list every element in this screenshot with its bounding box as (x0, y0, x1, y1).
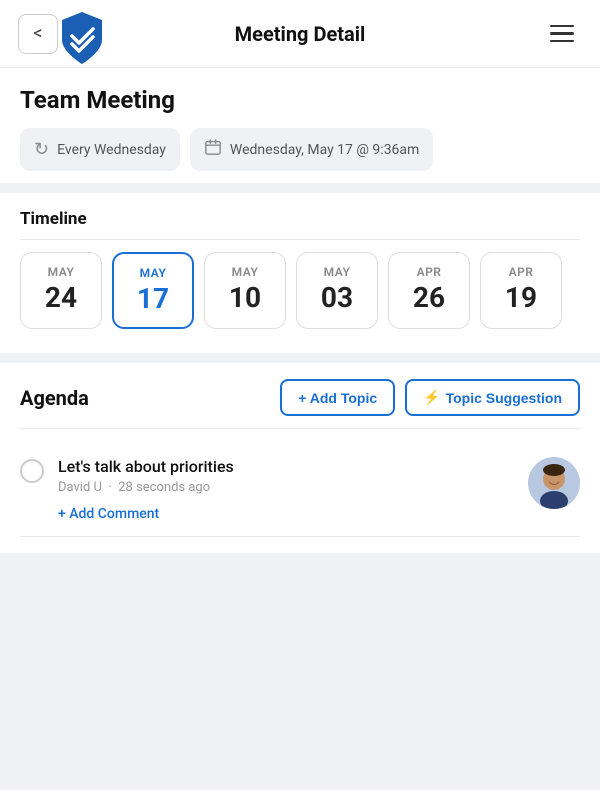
schedule-row: ↻ Every Wednesday Wednesday, May 17 @ 9:… (20, 128, 580, 171)
back-icon: < (33, 23, 42, 44)
datetime-pill: Wednesday, May 17 @ 9:36am (190, 128, 433, 171)
date-day: 26 (413, 281, 445, 314)
agenda-items-container: Let's talk about priorities David U · 28… (20, 443, 580, 537)
date-card-4[interactable]: APR 26 (388, 252, 470, 329)
date-card-2[interactable]: MAY 10 (204, 252, 286, 329)
lightning-icon: ⚡ (423, 389, 440, 406)
menu-bar-1 (550, 25, 574, 28)
page-title: Meeting Detail (58, 22, 542, 46)
agenda-divider-0 (20, 536, 580, 537)
timeline-section: Timeline MAY 24 MAY 17 MAY 10 MAY 03 APR… (0, 193, 600, 353)
date-month: APR (417, 265, 442, 279)
recurrence-pill: ↻ Every Wednesday (20, 128, 180, 171)
agenda-item-0: Let's talk about priorities David U · 28… (20, 443, 580, 536)
agenda-buttons: + Add Topic ⚡ Topic Suggestion (280, 379, 580, 416)
timeline-cards: MAY 24 MAY 17 MAY 10 MAY 03 APR 26 APR 1… (20, 252, 580, 333)
date-month: APR (509, 265, 534, 279)
add-topic-button[interactable]: + Add Topic (280, 379, 395, 416)
agenda-section: Agenda + Add Topic ⚡ Topic Suggestion Le… (0, 363, 600, 553)
date-month: MAY (232, 265, 259, 279)
date-day: 17 (137, 282, 169, 315)
date-day: 19 (505, 281, 537, 314)
agenda-radio-0[interactable] (20, 459, 44, 483)
meeting-title: Team Meeting (20, 86, 580, 114)
agenda-item-meta-0: David U · 28 seconds ago (58, 480, 514, 495)
app-header: < Meeting Detail (0, 0, 600, 68)
topic-suggestion-button[interactable]: ⚡ Topic Suggestion (405, 379, 580, 416)
date-card-3[interactable]: MAY 03 (296, 252, 378, 329)
agenda-item-title-0: Let's talk about priorities (58, 457, 514, 476)
date-month: MAY (140, 266, 167, 280)
recurrence-label: Every Wednesday (57, 142, 166, 158)
menu-bar-3 (550, 40, 574, 43)
date-day: 24 (45, 281, 77, 314)
date-card-1[interactable]: MAY 17 (112, 252, 194, 329)
date-card-0[interactable]: MAY 24 (20, 252, 102, 329)
date-day: 03 (321, 281, 353, 314)
datetime-label: Wednesday, May 17 @ 9:36am (230, 142, 419, 158)
menu-bar-2 (550, 32, 574, 35)
add-comment-link-0[interactable]: + Add Comment (58, 506, 159, 522)
menu-button[interactable] (542, 14, 582, 54)
meeting-title-section: Team Meeting ↻ Every Wednesday Wednesday… (0, 68, 600, 183)
date-month: MAY (324, 265, 351, 279)
agenda-content-0: Let's talk about priorities David U · 28… (58, 457, 514, 522)
date-day: 10 (229, 281, 261, 314)
agenda-avatar-0 (528, 457, 580, 509)
calendar-icon (204, 138, 222, 161)
agenda-label: Agenda (20, 386, 89, 410)
refresh-icon: ↻ (34, 139, 49, 160)
back-button[interactable]: < (18, 14, 58, 54)
date-card-5[interactable]: APR 19 (480, 252, 562, 329)
agenda-header: Agenda + Add Topic ⚡ Topic Suggestion (20, 379, 580, 429)
date-month: MAY (48, 265, 75, 279)
timeline-label: Timeline (20, 209, 580, 240)
